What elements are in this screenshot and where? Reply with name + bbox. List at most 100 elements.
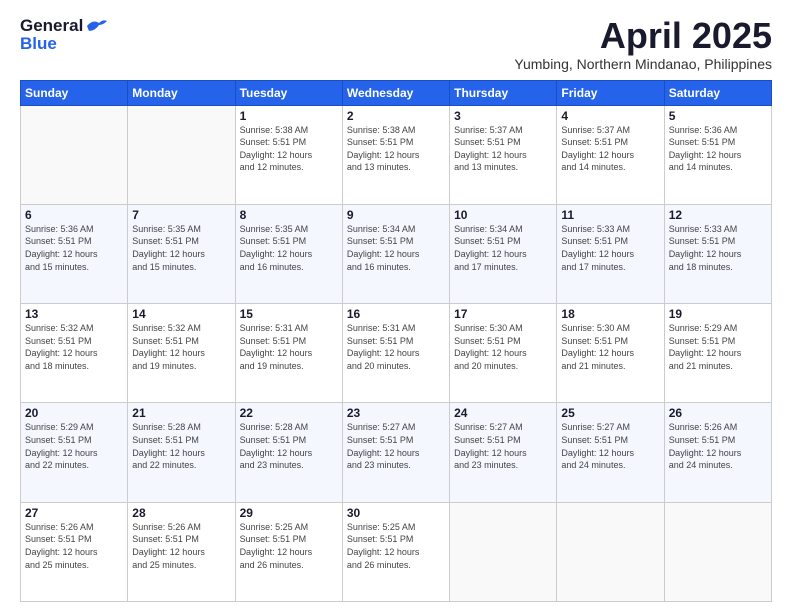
col-header-tuesday: Tuesday bbox=[235, 80, 342, 105]
day-cell: 26Sunrise: 5:26 AM Sunset: 5:51 PM Dayli… bbox=[664, 403, 771, 502]
day-cell: 13Sunrise: 5:32 AM Sunset: 5:51 PM Dayli… bbox=[21, 304, 128, 403]
day-cell: 12Sunrise: 5:33 AM Sunset: 5:51 PM Dayli… bbox=[664, 204, 771, 303]
day-cell: 22Sunrise: 5:28 AM Sunset: 5:51 PM Dayli… bbox=[235, 403, 342, 502]
day-cell: 9Sunrise: 5:34 AM Sunset: 5:51 PM Daylig… bbox=[342, 204, 449, 303]
day-cell: 21Sunrise: 5:28 AM Sunset: 5:51 PM Dayli… bbox=[128, 403, 235, 502]
day-number: 1 bbox=[240, 109, 338, 123]
day-cell bbox=[664, 502, 771, 601]
day-cell: 14Sunrise: 5:32 AM Sunset: 5:51 PM Dayli… bbox=[128, 304, 235, 403]
logo-general: General bbox=[20, 16, 83, 36]
day-cell: 23Sunrise: 5:27 AM Sunset: 5:51 PM Dayli… bbox=[342, 403, 449, 502]
day-number: 7 bbox=[132, 208, 230, 222]
day-info: Sunrise: 5:38 AM Sunset: 5:51 PM Dayligh… bbox=[347, 124, 445, 174]
col-header-sunday: Sunday bbox=[21, 80, 128, 105]
day-cell: 30Sunrise: 5:25 AM Sunset: 5:51 PM Dayli… bbox=[342, 502, 449, 601]
col-header-friday: Friday bbox=[557, 80, 664, 105]
day-number: 19 bbox=[669, 307, 767, 321]
day-number: 23 bbox=[347, 406, 445, 420]
day-number: 14 bbox=[132, 307, 230, 321]
day-cell: 16Sunrise: 5:31 AM Sunset: 5:51 PM Dayli… bbox=[342, 304, 449, 403]
day-number: 25 bbox=[561, 406, 659, 420]
day-cell: 15Sunrise: 5:31 AM Sunset: 5:51 PM Dayli… bbox=[235, 304, 342, 403]
day-info: Sunrise: 5:27 AM Sunset: 5:51 PM Dayligh… bbox=[347, 421, 445, 471]
header-row: SundayMondayTuesdayWednesdayThursdayFrid… bbox=[21, 80, 772, 105]
day-cell: 27Sunrise: 5:26 AM Sunset: 5:51 PM Dayli… bbox=[21, 502, 128, 601]
day-number: 12 bbox=[669, 208, 767, 222]
logo: General Blue bbox=[20, 16, 107, 54]
day-info: Sunrise: 5:28 AM Sunset: 5:51 PM Dayligh… bbox=[240, 421, 338, 471]
day-info: Sunrise: 5:26 AM Sunset: 5:51 PM Dayligh… bbox=[25, 521, 123, 571]
page: General Blue April 2025 Yumbing, Norther… bbox=[0, 0, 792, 612]
day-cell: 1Sunrise: 5:38 AM Sunset: 5:51 PM Daylig… bbox=[235, 105, 342, 204]
col-header-wednesday: Wednesday bbox=[342, 80, 449, 105]
day-cell: 19Sunrise: 5:29 AM Sunset: 5:51 PM Dayli… bbox=[664, 304, 771, 403]
day-info: Sunrise: 5:32 AM Sunset: 5:51 PM Dayligh… bbox=[25, 322, 123, 372]
day-cell bbox=[21, 105, 128, 204]
day-info: Sunrise: 5:28 AM Sunset: 5:51 PM Dayligh… bbox=[132, 421, 230, 471]
day-info: Sunrise: 5:37 AM Sunset: 5:51 PM Dayligh… bbox=[454, 124, 552, 174]
day-number: 2 bbox=[347, 109, 445, 123]
col-header-monday: Monday bbox=[128, 80, 235, 105]
day-cell: 7Sunrise: 5:35 AM Sunset: 5:51 PM Daylig… bbox=[128, 204, 235, 303]
day-info: Sunrise: 5:29 AM Sunset: 5:51 PM Dayligh… bbox=[669, 322, 767, 372]
day-cell: 6Sunrise: 5:36 AM Sunset: 5:51 PM Daylig… bbox=[21, 204, 128, 303]
day-info: Sunrise: 5:33 AM Sunset: 5:51 PM Dayligh… bbox=[669, 223, 767, 273]
day-cell: 5Sunrise: 5:36 AM Sunset: 5:51 PM Daylig… bbox=[664, 105, 771, 204]
day-info: Sunrise: 5:38 AM Sunset: 5:51 PM Dayligh… bbox=[240, 124, 338, 174]
day-number: 29 bbox=[240, 506, 338, 520]
calendar-header: SundayMondayTuesdayWednesdayThursdayFrid… bbox=[21, 80, 772, 105]
day-info: Sunrise: 5:32 AM Sunset: 5:51 PM Dayligh… bbox=[132, 322, 230, 372]
day-number: 28 bbox=[132, 506, 230, 520]
day-cell: 25Sunrise: 5:27 AM Sunset: 5:51 PM Dayli… bbox=[557, 403, 664, 502]
logo-bird-icon bbox=[85, 17, 107, 35]
day-cell: 18Sunrise: 5:30 AM Sunset: 5:51 PM Dayli… bbox=[557, 304, 664, 403]
day-cell: 8Sunrise: 5:35 AM Sunset: 5:51 PM Daylig… bbox=[235, 204, 342, 303]
day-number: 30 bbox=[347, 506, 445, 520]
day-number: 3 bbox=[454, 109, 552, 123]
calendar-body: 1Sunrise: 5:38 AM Sunset: 5:51 PM Daylig… bbox=[21, 105, 772, 601]
week-row-0: 1Sunrise: 5:38 AM Sunset: 5:51 PM Daylig… bbox=[21, 105, 772, 204]
day-cell bbox=[128, 105, 235, 204]
day-number: 15 bbox=[240, 307, 338, 321]
day-cell: 2Sunrise: 5:38 AM Sunset: 5:51 PM Daylig… bbox=[342, 105, 449, 204]
day-number: 8 bbox=[240, 208, 338, 222]
day-number: 22 bbox=[240, 406, 338, 420]
day-info: Sunrise: 5:30 AM Sunset: 5:51 PM Dayligh… bbox=[454, 322, 552, 372]
day-cell: 3Sunrise: 5:37 AM Sunset: 5:51 PM Daylig… bbox=[450, 105, 557, 204]
day-number: 18 bbox=[561, 307, 659, 321]
week-row-3: 20Sunrise: 5:29 AM Sunset: 5:51 PM Dayli… bbox=[21, 403, 772, 502]
day-number: 17 bbox=[454, 307, 552, 321]
day-cell: 4Sunrise: 5:37 AM Sunset: 5:51 PM Daylig… bbox=[557, 105, 664, 204]
day-info: Sunrise: 5:26 AM Sunset: 5:51 PM Dayligh… bbox=[132, 521, 230, 571]
logo-blue: Blue bbox=[20, 34, 57, 54]
day-info: Sunrise: 5:27 AM Sunset: 5:51 PM Dayligh… bbox=[561, 421, 659, 471]
week-row-4: 27Sunrise: 5:26 AM Sunset: 5:51 PM Dayli… bbox=[21, 502, 772, 601]
col-header-thursday: Thursday bbox=[450, 80, 557, 105]
day-number: 9 bbox=[347, 208, 445, 222]
day-cell: 29Sunrise: 5:25 AM Sunset: 5:51 PM Dayli… bbox=[235, 502, 342, 601]
day-info: Sunrise: 5:25 AM Sunset: 5:51 PM Dayligh… bbox=[240, 521, 338, 571]
title-block: April 2025 Yumbing, Northern Mindanao, P… bbox=[514, 16, 772, 72]
day-number: 21 bbox=[132, 406, 230, 420]
day-cell: 17Sunrise: 5:30 AM Sunset: 5:51 PM Dayli… bbox=[450, 304, 557, 403]
day-info: Sunrise: 5:36 AM Sunset: 5:51 PM Dayligh… bbox=[669, 124, 767, 174]
day-info: Sunrise: 5:33 AM Sunset: 5:51 PM Dayligh… bbox=[561, 223, 659, 273]
day-info: Sunrise: 5:34 AM Sunset: 5:51 PM Dayligh… bbox=[347, 223, 445, 273]
day-info: Sunrise: 5:26 AM Sunset: 5:51 PM Dayligh… bbox=[669, 421, 767, 471]
main-title: April 2025 bbox=[514, 16, 772, 56]
day-info: Sunrise: 5:37 AM Sunset: 5:51 PM Dayligh… bbox=[561, 124, 659, 174]
calendar-table: SundayMondayTuesdayWednesdayThursdayFrid… bbox=[20, 80, 772, 602]
day-info: Sunrise: 5:30 AM Sunset: 5:51 PM Dayligh… bbox=[561, 322, 659, 372]
day-number: 24 bbox=[454, 406, 552, 420]
week-row-1: 6Sunrise: 5:36 AM Sunset: 5:51 PM Daylig… bbox=[21, 204, 772, 303]
day-info: Sunrise: 5:27 AM Sunset: 5:51 PM Dayligh… bbox=[454, 421, 552, 471]
day-number: 27 bbox=[25, 506, 123, 520]
day-number: 26 bbox=[669, 406, 767, 420]
day-number: 10 bbox=[454, 208, 552, 222]
day-number: 6 bbox=[25, 208, 123, 222]
day-cell: 10Sunrise: 5:34 AM Sunset: 5:51 PM Dayli… bbox=[450, 204, 557, 303]
day-cell: 20Sunrise: 5:29 AM Sunset: 5:51 PM Dayli… bbox=[21, 403, 128, 502]
day-cell: 24Sunrise: 5:27 AM Sunset: 5:51 PM Dayli… bbox=[450, 403, 557, 502]
day-info: Sunrise: 5:35 AM Sunset: 5:51 PM Dayligh… bbox=[132, 223, 230, 273]
day-number: 11 bbox=[561, 208, 659, 222]
